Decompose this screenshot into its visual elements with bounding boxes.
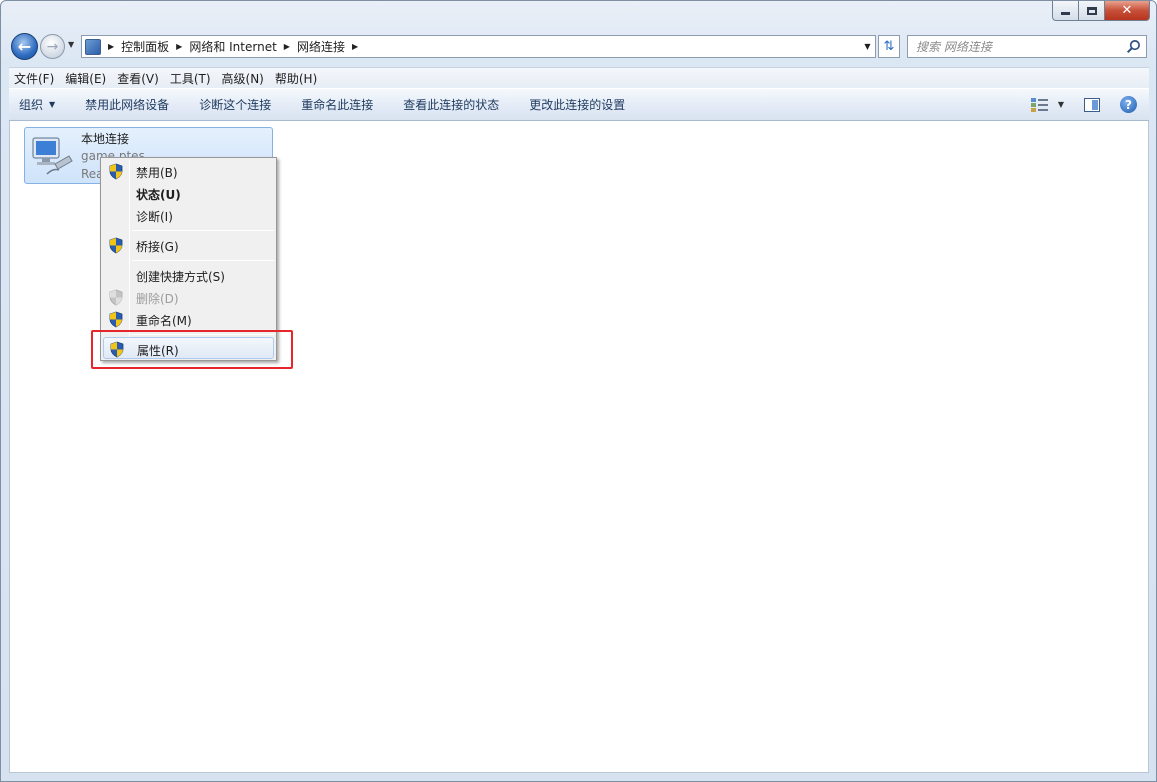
view-options-dropdown[interactable]: ▼ — [1058, 100, 1064, 109]
context-menu-separator — [132, 260, 274, 261]
ctx-create-shortcut[interactable]: 创建快捷方式(S) — [103, 264, 274, 286]
maximize-icon — [1086, 6, 1097, 15]
command-bar: 组织 ▼ 禁用此网络设备 诊断这个连接 重命名此连接 查看此连接的状态 更改此连… — [9, 88, 1149, 121]
close-button[interactable]: ✕ — [1105, 1, 1150, 21]
ctx-diagnose[interactable]: 诊断(I) — [103, 204, 274, 226]
menu-file[interactable]: 文件(F) — [9, 70, 59, 87]
menu-view[interactable]: 查看(V) — [112, 70, 164, 87]
ctx-delete-label: 删除(D) — [136, 292, 179, 306]
uac-shield-icon — [109, 289, 123, 306]
caption-buttons: ✕ — [1052, 1, 1150, 21]
navigation-row: ← → ▼ ▶ 控制面板 ▶ 网络和 Internet ▶ 网络连接 ▶ ▼ ⇅ — [9, 31, 1149, 63]
ctx-status[interactable]: 状态(U) — [103, 182, 274, 204]
ctx-status-label: 状态(U) — [136, 188, 181, 202]
diagnose-connection-button[interactable]: 诊断这个连接 — [184, 96, 286, 113]
minimize-icon — [1061, 12, 1070, 15]
network-connection-icon — [32, 137, 73, 175]
organize-button[interactable]: 组织 ▼ — [9, 96, 70, 113]
menu-help[interactable]: 帮助(H) — [270, 70, 322, 87]
ctx-rename-label: 重命名(M) — [136, 314, 192, 328]
ctx-bridge-label: 桥接(G) — [136, 240, 179, 254]
ctx-disable[interactable]: 禁用(B) — [103, 160, 274, 182]
rename-connection-button[interactable]: 重命名此连接 — [286, 96, 388, 113]
back-arrow-icon: ← — [17, 37, 32, 56]
annotation-highlight-box — [91, 330, 293, 369]
breadcrumb-separator-icon[interactable]: ▶ — [176, 42, 182, 51]
network-folder-icon — [85, 38, 101, 55]
back-button[interactable]: ← — [11, 33, 38, 60]
chevron-down-icon: ▼ — [864, 42, 871, 51]
menu-advanced[interactable]: 高级(N) — [217, 70, 269, 87]
ctx-rename[interactable]: 重命名(M) — [103, 308, 274, 330]
change-view-icon[interactable] — [1030, 97, 1050, 113]
forward-button[interactable]: → — [40, 34, 65, 59]
breadcrumb-control-panel[interactable]: 控制面板 — [121, 38, 169, 55]
explorer-window: ✕ ← → ▼ ▶ 控制面板 ▶ 网络和 Internet ▶ 网络连接 ▶ ▼… — [0, 0, 1157, 782]
change-settings-button[interactable]: 更改此连接的设置 — [514, 96, 640, 113]
breadcrumb-network-connections[interactable]: 网络连接 — [297, 38, 345, 55]
chevron-down-icon: ▼ — [49, 100, 56, 109]
address-dropdown-button[interactable]: ▼ — [859, 35, 876, 58]
context-menu-separator — [132, 230, 274, 231]
breadcrumb-separator-icon[interactable]: ▶ — [284, 42, 290, 51]
address-bar[interactable]: ▶ 控制面板 ▶ 网络和 Internet ▶ 网络连接 ▶ — [81, 35, 876, 58]
minimize-button[interactable] — [1052, 1, 1079, 21]
maximize-button[interactable] — [1079, 1, 1105, 21]
recent-pages-dropdown[interactable]: ▼ — [68, 40, 74, 49]
ctx-create-shortcut-label: 创建快捷方式(S) — [136, 270, 225, 284]
breadcrumb-separator-icon[interactable]: ▶ — [108, 42, 114, 51]
uac-shield-icon — [109, 237, 123, 254]
refresh-icon: ⇅ — [883, 39, 895, 54]
menu-edit[interactable]: 编辑(E) — [60, 70, 111, 87]
menu-bar: 文件(F) 编辑(E) 查看(V) 工具(T) 高级(N) 帮助(H) — [9, 67, 1149, 88]
ctx-diagnose-label: 诊断(I) — [136, 210, 173, 224]
menu-tools[interactable]: 工具(T) — [165, 70, 216, 87]
forward-arrow-icon: → — [46, 38, 59, 55]
ctx-disable-label: 禁用(B) — [136, 166, 178, 180]
organize-label: 组织 — [19, 98, 44, 112]
connection-name: 本地连接 — [81, 132, 130, 146]
breadcrumb-separator-icon[interactable]: ▶ — [352, 42, 358, 51]
ctx-bridge[interactable]: 桥接(G) — [103, 234, 274, 256]
breadcrumb-network-internet[interactable]: 网络和 Internet — [189, 38, 276, 55]
close-icon: ✕ — [1121, 3, 1133, 18]
search-box — [907, 35, 1147, 58]
search-input[interactable] — [916, 36, 1126, 57]
preview-pane-icon[interactable] — [1084, 97, 1100, 112]
disable-device-button[interactable]: 禁用此网络设备 — [70, 96, 184, 113]
view-status-button[interactable]: 查看此连接的状态 — [388, 96, 514, 113]
view-controls: ▼ ? — [1030, 96, 1137, 113]
help-icon[interactable]: ? — [1120, 96, 1137, 113]
uac-shield-icon — [109, 163, 123, 180]
ctx-delete: 删除(D) — [103, 286, 274, 308]
search-icon[interactable] — [1126, 39, 1141, 54]
refresh-button[interactable]: ⇅ — [878, 35, 900, 58]
uac-shield-icon — [109, 311, 123, 328]
